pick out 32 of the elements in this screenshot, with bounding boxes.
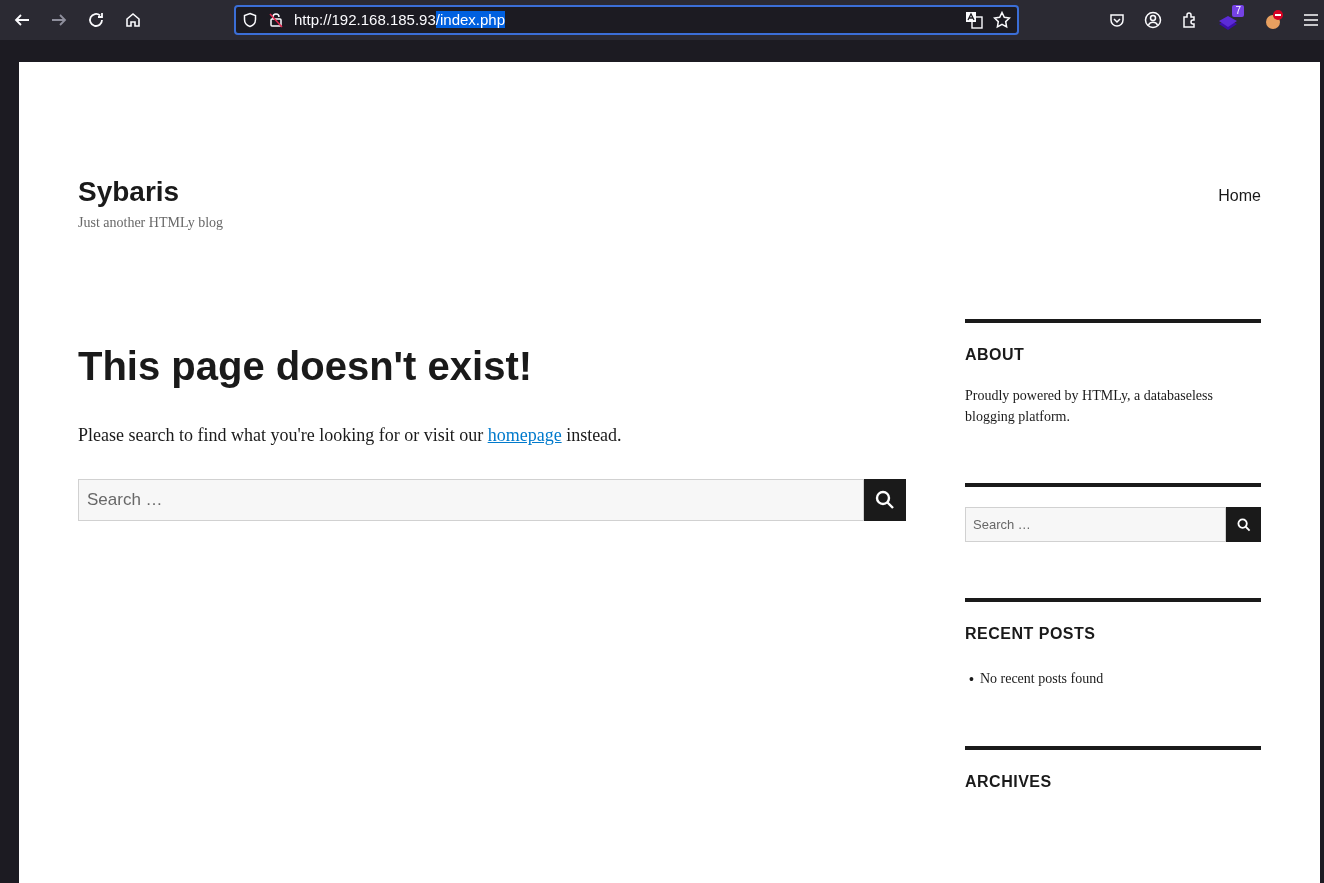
star-icon[interactable] — [993, 11, 1011, 29]
widget-title: ABOUT — [965, 345, 1026, 365]
extension-button[interactable]: 7 — [1218, 5, 1244, 35]
search-field[interactable]: Search … — [78, 479, 864, 521]
search-field[interactable]: Search … — [965, 507, 1226, 542]
insecure-lock-icon[interactable] — [268, 12, 284, 28]
search-icon — [1236, 517, 1251, 532]
menu-icon[interactable] — [1304, 13, 1318, 27]
search-icon — [875, 490, 895, 510]
shield-icon[interactable] — [242, 12, 258, 28]
site-title[interactable]: Sybaris — [78, 174, 224, 210]
list-item: No recent posts found — [979, 670, 1104, 688]
pocket-icon[interactable] — [1109, 12, 1125, 28]
site-tagline: Just another HTMLy blog — [78, 214, 224, 232]
homepage-link[interactable]: homepage — [487, 425, 562, 445]
reload-icon[interactable] — [87, 11, 105, 29]
url-text[interactable]: http://192.168.185.93/index.php — [294, 8, 506, 32]
bullet: • — [969, 670, 974, 689]
translate-icon[interactable] — [965, 11, 983, 29]
nav-link[interactable]: Home — [1218, 184, 1261, 233]
address-bar[interactable]: http://192.168.185.93/index.php — [234, 5, 1019, 35]
page-heading: This page doesn't exist! — [78, 343, 534, 390]
count-badge: 7 — [1232, 5, 1244, 17]
search-button[interactable] — [864, 479, 906, 521]
widget-title: ARCHIVES — [965, 772, 1053, 792]
extension-icon[interactable] — [1263, 9, 1285, 31]
home-icon[interactable] — [124, 11, 142, 29]
widget-title: RECENT POSTS — [965, 624, 1097, 644]
search-button[interactable] — [1226, 507, 1261, 542]
account-icon[interactable] — [1144, 11, 1162, 29]
message-text: Please search to find what you're looking for or visit our homepage instead. — [78, 424, 623, 447]
widget-text: Proudly powered by HTMLy, a databaseless blogging platform. — [965, 387, 1214, 426]
